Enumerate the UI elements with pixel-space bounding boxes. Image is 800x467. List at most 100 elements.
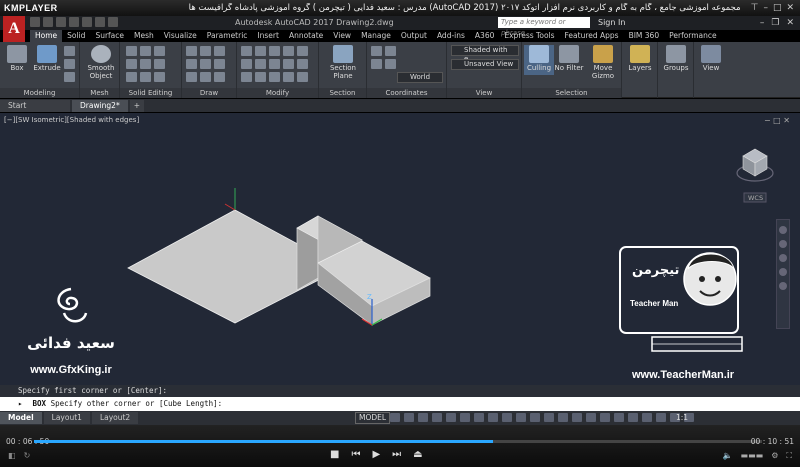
navigation-bar[interactable] xyxy=(776,219,790,329)
named-view-dropdown[interactable]: Unsaved View xyxy=(451,59,519,70)
subtitle-icon[interactable]: ◧ xyxy=(8,451,16,460)
polyline-icon[interactable] xyxy=(200,46,211,56)
align-icon[interactable] xyxy=(269,72,280,82)
fullscreen-icon[interactable]: ⛶ xyxy=(786,451,792,461)
tab-express-tools[interactable]: Express Tools xyxy=(499,30,559,42)
break-icon[interactable] xyxy=(297,72,308,82)
osnap-icon[interactable] xyxy=(460,413,470,422)
tab-layout2[interactable]: Layout2 xyxy=(91,412,139,424)
section-plane-button[interactable]: Section Plane xyxy=(325,45,361,80)
volume-slider[interactable]: ▬▬▬ xyxy=(741,451,764,461)
extract-edges-icon[interactable] xyxy=(154,72,165,82)
smooth-object-button[interactable]: Smooth Object xyxy=(84,45,118,80)
ucs-dropdown[interactable]: World xyxy=(397,72,443,83)
loft-icon[interactable] xyxy=(64,59,75,69)
scale-icon[interactable] xyxy=(297,59,308,69)
drawing-viewport[interactable]: [−][SW Isometric][Shaded with edges] − □… xyxy=(0,113,800,385)
units-icon[interactable] xyxy=(614,413,624,422)
groups-button[interactable]: Groups xyxy=(661,45,691,72)
new-icon[interactable] xyxy=(30,17,40,27)
subtract-icon[interactable] xyxy=(140,46,151,56)
3d-osnap-icon[interactable] xyxy=(474,413,484,422)
command-menu-icon[interactable]: ▸ xyxy=(18,397,28,411)
otrack-icon[interactable] xyxy=(488,413,498,422)
settings-icon[interactable]: ⚙ xyxy=(771,451,778,461)
tab-mesh[interactable]: Mesh xyxy=(129,30,159,42)
showmotion-icon[interactable] xyxy=(779,282,787,290)
stop-icon[interactable]: ■ xyxy=(330,449,339,460)
restore-icon[interactable]: ❐ xyxy=(771,16,779,30)
eject-icon[interactable]: ⏏ xyxy=(413,449,422,460)
print-icon[interactable] xyxy=(82,17,92,27)
sign-in-button[interactable]: Sign In xyxy=(598,16,625,30)
next-icon[interactable]: ⏭ xyxy=(392,449,401,460)
tab-output[interactable]: Output xyxy=(396,30,432,42)
array-icon[interactable] xyxy=(241,72,252,82)
transparency-icon[interactable] xyxy=(516,413,526,422)
visual-style-dropdown[interactable]: Shaded with e... xyxy=(451,45,519,63)
search-input[interactable]: Type a keyword or phrase xyxy=(498,17,590,37)
move-gizmo-button[interactable]: Move Gizmo xyxy=(586,45,620,80)
slice-icon[interactable] xyxy=(154,59,165,69)
annotation-monitor-icon[interactable] xyxy=(600,413,610,422)
repeat-icon[interactable]: ↻ xyxy=(24,451,31,460)
quick-properties-icon[interactable] xyxy=(628,413,638,422)
separate-icon[interactable] xyxy=(140,72,151,82)
gizmo-icon[interactable] xyxy=(544,413,554,422)
tab-bim-360[interactable]: BIM 360 xyxy=(624,30,665,42)
tab-featured-apps[interactable]: Featured Apps xyxy=(560,30,624,42)
rectangle-icon[interactable] xyxy=(200,59,211,69)
ucs-x-icon[interactable] xyxy=(371,59,382,69)
erase-icon[interactable] xyxy=(283,46,294,56)
tab-home[interactable]: Home xyxy=(30,30,63,42)
full-navigation-wheel-icon[interactable] xyxy=(779,226,787,234)
fillet-icon[interactable] xyxy=(255,59,266,69)
shell-icon[interactable] xyxy=(126,72,137,82)
tab-view[interactable]: View xyxy=(328,30,356,42)
tab-layout1[interactable]: Layout1 xyxy=(43,412,90,424)
annotation-scale[interactable]: 1:1 xyxy=(676,412,688,424)
undo-icon[interactable] xyxy=(95,17,105,27)
command-input[interactable]: ▸ BOX Specify other corner or [Cube Leng… xyxy=(0,397,800,411)
new-tab-button[interactable]: + xyxy=(129,99,145,112)
circle-icon[interactable] xyxy=(214,46,225,56)
close-icon[interactable]: ✕ xyxy=(786,16,794,30)
stretch-icon[interactable] xyxy=(283,59,294,69)
tab-annotate[interactable]: Annotate xyxy=(284,30,328,42)
ucs-origin-icon[interactable] xyxy=(385,46,396,56)
fillet-edge-icon[interactable] xyxy=(126,59,137,69)
culling-button[interactable]: Culling xyxy=(524,45,554,75)
tab-visualize[interactable]: Visualize xyxy=(159,30,202,42)
intersect-icon[interactable] xyxy=(154,46,165,56)
hatch-icon[interactable] xyxy=(214,59,225,69)
explode-icon[interactable] xyxy=(269,59,280,69)
sweep-icon[interactable] xyxy=(64,72,75,82)
ucs-icon[interactable] xyxy=(371,46,382,56)
seek-bar[interactable] xyxy=(34,440,762,443)
zoom-icon[interactable] xyxy=(779,254,787,262)
tab-solid[interactable]: Solid xyxy=(62,30,90,42)
application-menu-button[interactable]: A xyxy=(3,16,25,42)
point-icon[interactable] xyxy=(214,72,225,82)
tab-model[interactable]: Model xyxy=(0,412,42,424)
previous-icon[interactable]: ⏮ xyxy=(351,449,360,460)
pin-icon[interactable]: ⊤ xyxy=(751,3,759,13)
no-filter-button[interactable]: No Filter xyxy=(554,45,584,72)
tab-a360[interactable]: A360 xyxy=(470,30,499,42)
trim-icon[interactable] xyxy=(269,46,280,56)
drawing2-tab[interactable]: Drawing2* xyxy=(72,99,128,112)
lineweight-icon[interactable] xyxy=(502,413,512,422)
move-icon[interactable] xyxy=(241,46,252,56)
start-tab[interactable]: Start xyxy=(0,99,70,112)
ortho-icon[interactable] xyxy=(418,413,428,422)
wcs-label[interactable]: WCS xyxy=(748,194,763,202)
isolate-objects-icon[interactable] xyxy=(656,413,666,422)
tab-insert[interactable]: Insert xyxy=(252,30,284,42)
view-button[interactable]: View xyxy=(696,45,726,72)
lock-ui-icon[interactable] xyxy=(642,413,652,422)
offset-icon[interactable] xyxy=(255,72,266,82)
ucs-y-icon[interactable] xyxy=(385,59,396,69)
autoscale-icon[interactable] xyxy=(572,413,582,422)
polar-icon[interactable] xyxy=(432,413,442,422)
selection-cycling-icon[interactable] xyxy=(530,413,540,422)
